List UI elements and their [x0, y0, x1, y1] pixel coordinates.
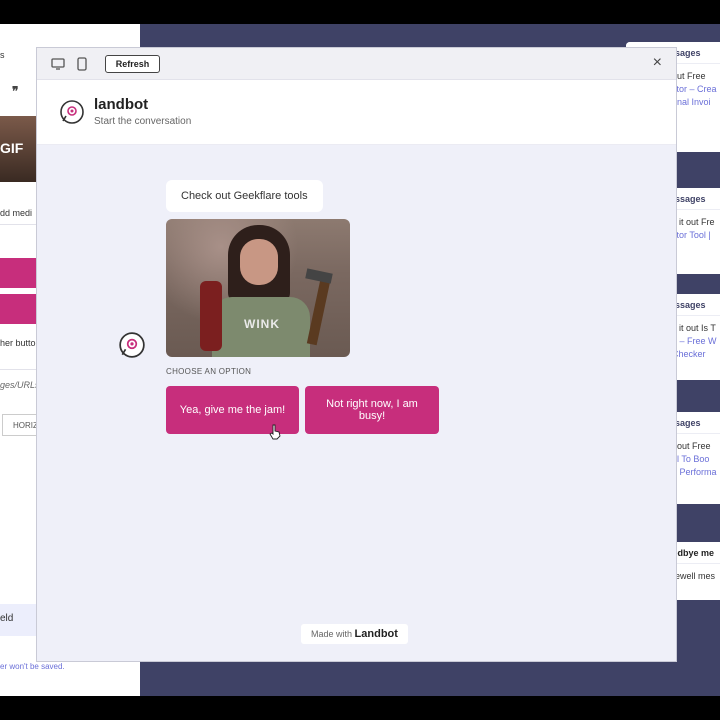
save-warning: er won't be saved.	[0, 662, 65, 671]
node-link[interactable]: Checker	[672, 348, 720, 361]
option-label: Not right now, I am busy!	[326, 398, 418, 422]
option-button-preview[interactable]	[0, 258, 40, 288]
node-line: k it out Is T	[672, 323, 716, 333]
node-link[interactable]: y	[672, 109, 720, 122]
tablet-icon[interactable]	[75, 57, 89, 71]
landbot-brand: Landbot	[354, 628, 398, 640]
hand-cursor-icon	[269, 424, 281, 440]
field-label: eld	[0, 613, 14, 624]
gif-shirt-text: WINK	[244, 317, 280, 331]
add-media-link[interactable]: dd medi	[0, 208, 32, 218]
node-link[interactable]: onal Invoi	[672, 96, 720, 109]
node-link[interactable]: ol To Boo	[672, 453, 720, 466]
landbot-logo-icon	[60, 100, 84, 124]
made-with-badge[interactable]: Made with Landbot	[301, 624, 408, 644]
option-button-preview[interactable]	[0, 294, 40, 324]
refresh-button[interactable]: Refresh	[105, 55, 160, 73]
node-link[interactable]: ? – Free W	[672, 335, 720, 348]
quote-icon[interactable]: ❞	[12, 84, 18, 98]
bot-name: landbot	[94, 96, 149, 113]
bot-message-bubble: Check out Geekflare tools	[166, 180, 323, 212]
node-line: k it out Fre	[672, 217, 715, 227]
node-line: t out Free	[672, 441, 711, 451]
horizontal-layout-button[interactable]: HORIZ	[2, 414, 38, 436]
choose-option-label: CHOOSE AN OPTION	[166, 367, 252, 376]
chat-gif-image: WINK	[166, 219, 350, 357]
preview-toolbar: Refresh ×	[37, 48, 676, 80]
desktop-icon[interactable]	[51, 57, 65, 71]
node-link[interactable]: ctor Tool |	[672, 229, 720, 242]
close-icon[interactable]: ×	[653, 55, 662, 71]
bot-header: landbot Start the conversation	[37, 80, 676, 145]
option-button-no[interactable]: Not right now, I am busy!	[305, 386, 439, 434]
node-link[interactable]: ctor – Crea	[672, 83, 720, 96]
node-link[interactable]: e Performa	[672, 466, 720, 479]
node-line: out Free	[672, 71, 706, 81]
option-label: Yea, give me the jam!	[179, 404, 286, 416]
bot-subtitle: Start the conversation	[94, 116, 192, 127]
left-panel-snippet: s	[0, 50, 5, 60]
other-button-label[interactable]: her butto	[0, 338, 36, 348]
node-line: rewell mes	[672, 571, 716, 581]
gif-label: GIF	[0, 140, 24, 156]
preview-window: Refresh × landbot Start the conversation…	[36, 47, 677, 662]
bot-avatar-icon	[119, 332, 145, 358]
urls-hint: ges/URLs	[0, 380, 40, 390]
made-with-text: Made with	[311, 629, 353, 639]
